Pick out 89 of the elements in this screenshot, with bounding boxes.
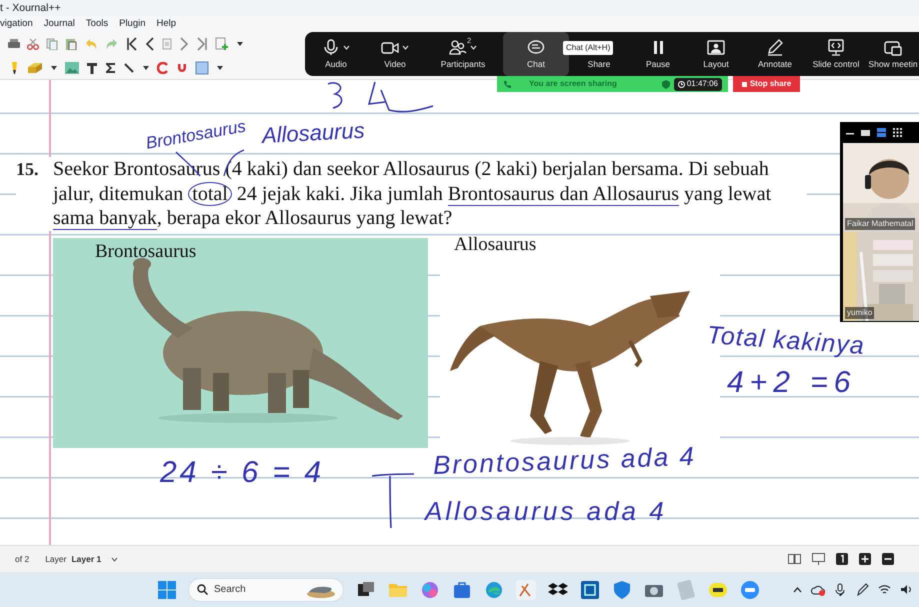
- timer[interactable]: 01:47:06: [674, 78, 722, 90]
- caret-icon[interactable]: [470, 45, 477, 50]
- toolbar-button[interactable]: Show meetin: [867, 32, 919, 76]
- toolbar-button[interactable]: Layout: [687, 32, 745, 76]
- zoom-fit-icon[interactable]: [859, 553, 871, 565]
- handwritten-note: Allosaurus: [261, 120, 366, 147]
- xournal-icon[interactable]: [516, 580, 536, 600]
- wifi-icon[interactable]: [878, 584, 891, 595]
- sharing-banner: You are screen sharing 01:47:06: [497, 76, 728, 92]
- menu-item[interactable]: Journal: [44, 16, 75, 32]
- one-page-icon[interactable]: [836, 553, 848, 565]
- shield-icon[interactable]: [612, 580, 632, 600]
- caret-icon[interactable]: [402, 45, 409, 50]
- people-icon: [449, 39, 467, 56]
- microphone-icon: [322, 39, 340, 56]
- participant-name: Faikar Mathematal: [845, 218, 916, 230]
- toolbar-button[interactable]: Slide control: [805, 32, 867, 76]
- zoom-out-icon[interactable]: [882, 553, 894, 565]
- phone-icon: [503, 80, 511, 88]
- stop-share-button[interactable]: Stop share: [733, 76, 800, 92]
- cube-icon[interactable]: [580, 580, 600, 600]
- browser-icon[interactable]: [484, 580, 504, 600]
- speaker-icon[interactable]: [900, 584, 913, 595]
- handwritten-note: 4+2 =6: [727, 368, 856, 398]
- previous-page-icon[interactable]: [145, 37, 155, 51]
- paste-icon[interactable]: [65, 38, 77, 50]
- first-page-icon[interactable]: [126, 37, 138, 51]
- participant-name: yumiko: [845, 307, 874, 319]
- handwritten-note: Allosaurus ada 4: [425, 498, 667, 524]
- stacked-view-icon[interactable]: [877, 128, 886, 137]
- magnet-icon[interactable]: [176, 62, 188, 74]
- menu-item[interactable]: Plugin: [119, 16, 146, 32]
- last-page-icon[interactable]: [196, 37, 208, 51]
- caret-icon[interactable]: [50, 65, 58, 71]
- microphone-icon[interactable]: [834, 583, 847, 596]
- toolbar-button[interactable]: Audio: [305, 32, 367, 76]
- search-icon: [197, 584, 208, 595]
- two-page-icon[interactable]: [788, 554, 801, 564]
- grid-view-icon[interactable]: [893, 128, 902, 137]
- cloud-alert-icon[interactable]: [811, 584, 825, 596]
- image-caption: Brontosaurus: [95, 240, 196, 264]
- window-title: t - Xournal++: [0, 2, 61, 14]
- question-number: 15.: [16, 157, 53, 230]
- tooltip: Chat (Alt+H): [563, 41, 614, 55]
- toolbar-button[interactable]: Video: [367, 32, 423, 76]
- toolbar-button[interactable]: Pause: [629, 32, 687, 76]
- pen-icon[interactable]: [856, 583, 869, 596]
- layer-label: Layer: [45, 552, 66, 566]
- toolbar-button[interactable]: Annotate: [745, 32, 805, 76]
- video-call-icon[interactable]: [740, 580, 760, 600]
- windows-logo-icon[interactable]: [158, 580, 176, 598]
- chevron-up-icon[interactable]: [793, 586, 802, 592]
- handwritten-note: Brontosaurus ada 4: [432, 442, 696, 478]
- menu-item[interactable]: vigation: [0, 16, 33, 32]
- caret-icon[interactable]: [216, 65, 224, 71]
- search-field[interactable]: Search: [188, 578, 344, 602]
- window-icon[interactable]: [861, 128, 870, 136]
- chevron-icon[interactable]: [111, 556, 118, 562]
- person-frame-icon: [707, 39, 725, 56]
- clock-icon: [678, 80, 685, 88]
- page-count: of 2: [15, 552, 30, 566]
- add-page-icon[interactable]: [215, 37, 229, 51]
- next-page-icon[interactable]: [179, 37, 189, 51]
- monitor-code-icon: [827, 39, 845, 56]
- square-icon[interactable]: [195, 61, 209, 75]
- print-icon[interactable]: [8, 38, 20, 50]
- handwritten-note: 24 ÷ 6 = 4: [160, 458, 324, 488]
- scissors-icon[interactable]: [27, 38, 39, 50]
- caret-icon[interactable]: [343, 45, 350, 50]
- caret-icon[interactable]: [142, 65, 150, 71]
- sparkle-icon[interactable]: [420, 580, 440, 600]
- text-icon[interactable]: [86, 62, 98, 74]
- caret-icon[interactable]: [236, 41, 244, 47]
- pencil-icon: [766, 39, 784, 56]
- sigma-icon[interactable]: [105, 62, 116, 74]
- chat-bubble-icon: [527, 39, 545, 56]
- image-caption: Allosaurus: [454, 234, 538, 256]
- presentation-icon[interactable]: [812, 553, 825, 565]
- handwritten-note: Brontosaurus: [144, 118, 248, 152]
- handwritten-note: Total kakinya: [706, 323, 866, 359]
- menu-item[interactable]: Help: [156, 16, 176, 32]
- menu-item[interactable]: Tools: [86, 16, 108, 32]
- line-icon[interactable]: [123, 62, 135, 74]
- eraser-icon[interactable]: [27, 62, 43, 74]
- rotate-icon[interactable]: [157, 62, 169, 74]
- shield-icon: [662, 80, 670, 88]
- windows-icon: [884, 39, 902, 56]
- layer-selector[interactable]: Layer 1: [71, 552, 102, 566]
- store-icon[interactable]: [452, 580, 472, 600]
